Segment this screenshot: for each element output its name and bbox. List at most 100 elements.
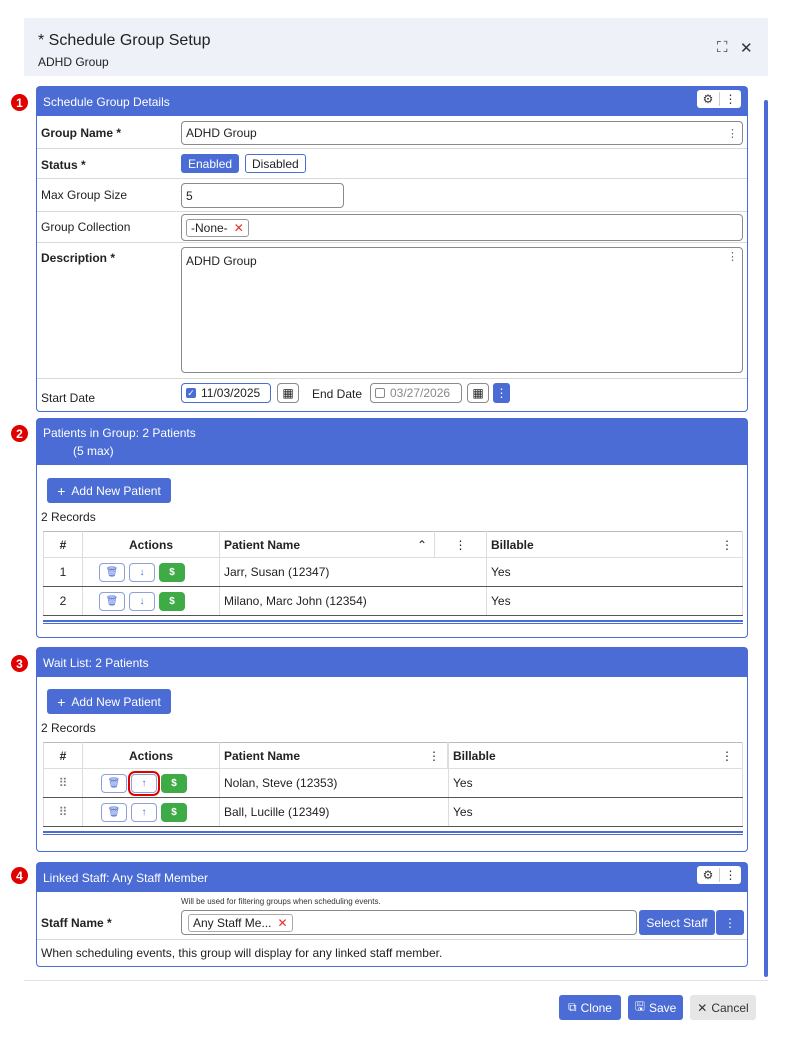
group-collection-input[interactable]: -None- ✕ (181, 214, 743, 241)
dollar-icon[interactable]: $ (161, 802, 187, 822)
panel-header: Schedule Group Details (37, 87, 747, 116)
field-menu-icon[interactable]: ⋮ (727, 250, 738, 263)
description-textarea[interactable]: ADHD Group ⋮ (181, 247, 743, 373)
more-icon[interactable]: ⋮ (719, 868, 741, 882)
column-menu-icon[interactable]: ⋮ (428, 749, 440, 763)
panel-title: Wait List: 2 Patients (43, 655, 149, 670)
drag-handle-icon[interactable]: ⠿ (43, 768, 83, 798)
patient-name-cell: Ball, Lucille (12349) (219, 797, 449, 827)
trash-icon[interactable]: 🗑 (101, 773, 127, 793)
staff-menu-icon[interactable]: ⋮ (716, 910, 744, 935)
close-icon: ✕ (697, 1000, 708, 1015)
cancel-button[interactable]: ✕ Cancel (690, 995, 756, 1020)
max-size-value: 5 (186, 188, 193, 203)
date-row: Start Date ✓ 11/03/2025 ▦ End Date 03/27… (37, 379, 747, 411)
table-row[interactable]: ⠿ 🗑 ↑ $ Nolan, Steve (12353) Yes (43, 768, 743, 798)
staff-name-input[interactable]: Any Staff Me... ✕ (181, 910, 637, 935)
start-calendar-icon[interactable]: ▦ (277, 383, 299, 403)
table-scrollbar[interactable] (43, 620, 743, 624)
col-billable[interactable]: Billable ⋮ (448, 742, 743, 769)
group-name-label: Group Name * (41, 126, 122, 140)
col-patient-name-label: Patient Name (224, 748, 301, 763)
billable-cell: Yes (448, 797, 743, 827)
col-billable[interactable]: Billable ⋮ (486, 531, 743, 558)
end-date-input[interactable]: 03/27/2026 (370, 383, 462, 403)
dollar-icon[interactable]: $ (159, 562, 185, 582)
panel-title: Linked Staff: Any Staff Member (43, 870, 208, 885)
staff-hint: Will be used for filtering groups when s… (181, 897, 381, 906)
description-row: Description * ADHD Group ⋮ (37, 243, 747, 379)
max-size-input[interactable]: 5 (181, 183, 344, 208)
col-number: # (43, 531, 83, 558)
panel-tools: ⚙ ⋮ (697, 90, 741, 108)
column-menu-icon[interactable]: ⋮ (721, 538, 733, 552)
clone-button[interactable]: ⧉ Clone (559, 995, 621, 1020)
more-icon[interactable]: ⋮ (719, 92, 741, 106)
staff-chip: Any Staff Me... ✕ (188, 913, 293, 932)
column-menu-icon[interactable]: ⋮ (721, 749, 733, 763)
billable-cell: Yes (486, 586, 743, 616)
panel-subtitle: (5 max) (73, 444, 114, 458)
table-row[interactable]: 1 🗑 ↓ $ Jarr, Susan (12347) Yes (43, 557, 743, 587)
field-menu-icon[interactable]: ⋮ (727, 127, 738, 140)
step-badge-4: 4 (10, 866, 29, 885)
dialog-title: * Schedule Group Setup (38, 32, 211, 49)
end-date-checkbox[interactable] (375, 388, 385, 398)
start-date-value: 11/03/2025 (201, 386, 261, 400)
drag-handle-icon[interactable]: ⠿ (43, 797, 83, 827)
cancel-label: Cancel (711, 1000, 749, 1015)
wait-list-panel: Wait List: 2 Patients + Add New Patient … (36, 647, 748, 852)
table-row[interactable]: 2 🗑 ↓ $ Milano, Marc John (12354) Yes (43, 586, 743, 616)
group-name-input[interactable]: ADHD Group ⋮ (181, 121, 743, 145)
group-name-row: Group Name * ADHD Group ⋮ (37, 117, 747, 149)
trash-icon[interactable]: 🗑 (99, 562, 125, 582)
save-label: Save (648, 1000, 677, 1015)
close-icon[interactable]: ✕ (740, 39, 753, 57)
footer-divider (24, 980, 768, 981)
clone-icon: ⧉ (568, 1000, 577, 1014)
col-patient-name[interactable]: Patient Name ⋮ (219, 742, 448, 769)
arrow-down-icon[interactable]: ↓ (129, 562, 155, 582)
start-date-input[interactable]: ✓ 11/03/2025 (181, 383, 271, 403)
expand-icon[interactable]: ⛶ (717, 39, 728, 56)
select-staff-button[interactable]: Select Staff (639, 910, 715, 935)
settings-icon[interactable]: ⚙ (697, 92, 719, 106)
dollar-icon[interactable]: $ (161, 773, 187, 793)
scrollbar[interactable] (764, 100, 768, 977)
status-disabled-button[interactable]: Disabled (245, 154, 306, 173)
row-actions: 🗑 ↓ $ (82, 586, 220, 616)
col-patient-name[interactable]: Patient Name ⌃ (219, 531, 435, 558)
staff-name-label: Staff Name * (41, 916, 112, 930)
remove-chip-icon[interactable]: ✕ (234, 221, 244, 235)
row-number: 1 (43, 557, 83, 587)
table-scrollbar[interactable] (43, 831, 743, 835)
col-billable-label: Billable (491, 537, 534, 552)
start-date-label: Start Date (41, 391, 96, 405)
dollar-icon[interactable]: $ (159, 591, 185, 611)
arrow-up-icon[interactable]: ↑ (128, 770, 160, 796)
arrow-down-icon[interactable]: ↓ (129, 591, 155, 611)
panel-header: Linked Staff: Any Staff Member (37, 863, 747, 892)
trash-icon[interactable]: 🗑 (101, 802, 127, 822)
patient-name-cell: Milano, Marc John (12354) (219, 586, 487, 616)
panel-header: Wait List: 2 Patients (37, 648, 747, 677)
table-row[interactable]: ⠿ 🗑 ↑ $ Ball, Lucille (12349) Yes (43, 797, 743, 827)
trash-icon[interactable]: 🗑 (99, 591, 125, 611)
date-menu-button[interactable]: ⋮ (493, 383, 510, 403)
remove-chip-icon[interactable]: ✕ (277, 916, 287, 930)
save-button[interactable]: 🖫 Save (628, 995, 683, 1020)
col-number: # (43, 742, 83, 769)
description-value: ADHD Group (186, 254, 257, 268)
add-new-patient-button[interactable]: + Add New Patient (47, 689, 171, 714)
sort-asc-icon[interactable]: ⌃ (417, 538, 427, 552)
start-date-checkbox[interactable]: ✓ (186, 388, 196, 398)
status-enabled-button[interactable]: Enabled (181, 154, 240, 173)
plus-icon: + (57, 693, 66, 710)
end-calendar-icon[interactable]: ▦ (467, 383, 489, 403)
plus-icon: + (57, 482, 66, 499)
col-billable-label: Billable (453, 748, 496, 763)
arrow-up-icon[interactable]: ↑ (131, 802, 157, 822)
column-menu-icon[interactable]: ⋮ (434, 531, 487, 558)
settings-icon[interactable]: ⚙ (697, 868, 719, 882)
add-new-patient-button[interactable]: + Add New Patient (47, 478, 171, 503)
